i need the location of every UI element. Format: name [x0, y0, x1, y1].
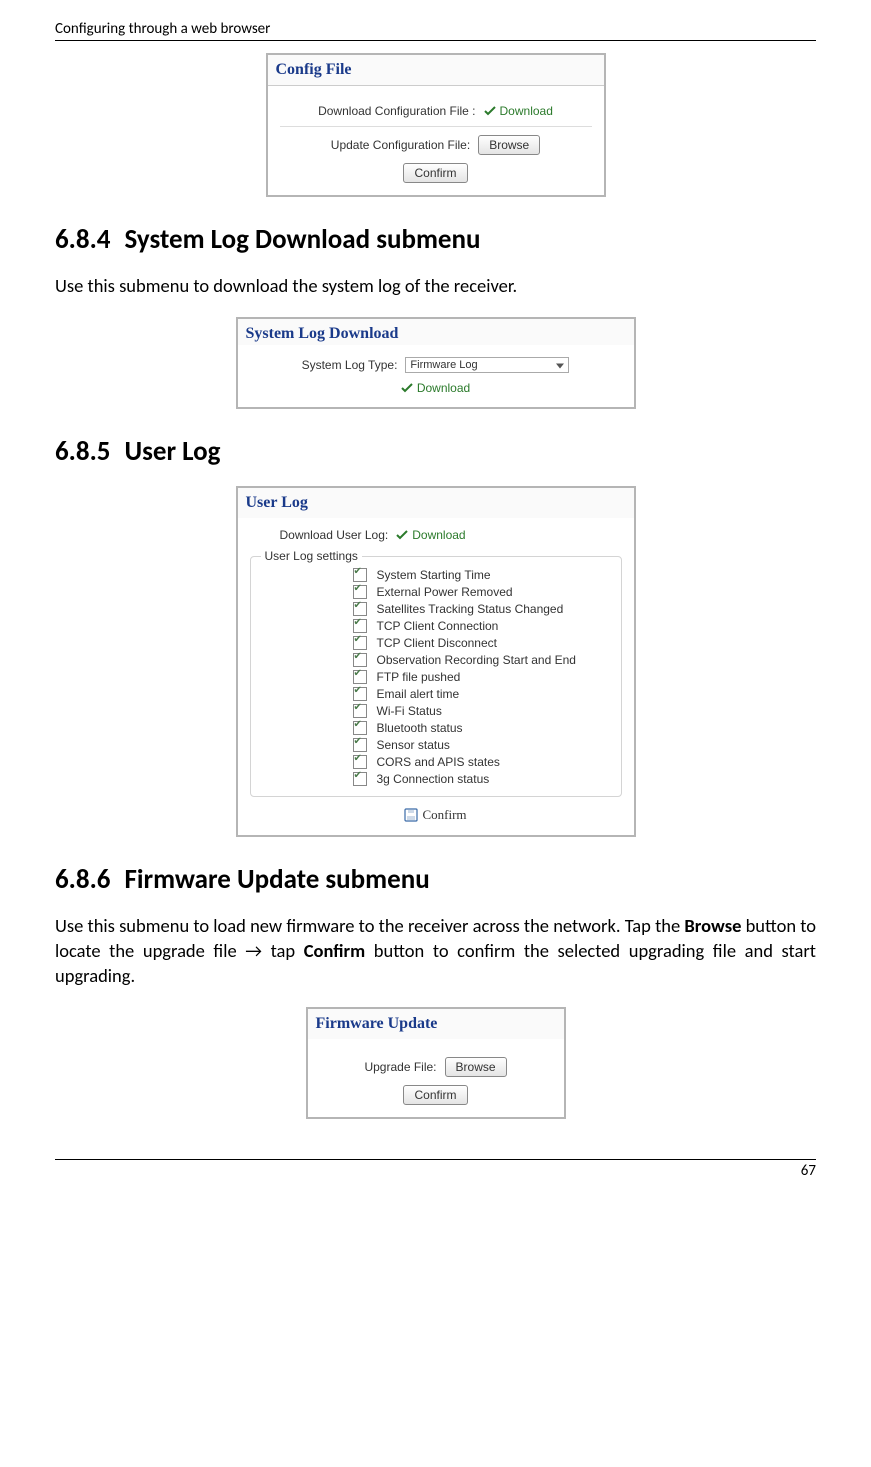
section-686-title: Firmware Update submenu [124, 863, 429, 896]
list-item: CORS and APIS states [353, 754, 609, 771]
userlog-confirm-text: Confirm [422, 807, 466, 823]
list-item: Bluetooth status [353, 720, 609, 737]
checkbox[interactable] [353, 738, 367, 752]
syslog-download-link[interactable]: Download [401, 381, 470, 395]
list-item-label: Wi-Fi Status [377, 704, 442, 718]
section-684-title: System Log Download submenu [124, 223, 480, 256]
section-684-heading: 6.8.4 System Log Download submenu [55, 223, 816, 256]
list-item: Sensor status [353, 737, 609, 754]
list-item-label: Satellites Tracking Status Changed [377, 602, 564, 616]
list-item-label: 3g Connection status [377, 772, 490, 786]
section-684-body: Use this submenu to download the system … [55, 274, 816, 299]
list-item: Email alert time [353, 686, 609, 703]
list-item: TCP Client Connection [353, 618, 609, 635]
list-item: System Starting Time [353, 567, 609, 584]
list-item: External Power Removed [353, 584, 609, 601]
userlog-title: User Log [238, 488, 634, 518]
checkbox[interactable] [353, 585, 367, 599]
userlog-confirm-button[interactable]: Confirm [404, 807, 466, 823]
syslog-figure: System Log Download System Log Type: Fir… [236, 317, 636, 409]
section-685-heading: 6.8.5 User Log [55, 435, 816, 468]
userlog-figure: User Log Download User Log: Download Use… [236, 486, 636, 837]
check-icon [484, 105, 496, 117]
checkbox[interactable] [353, 568, 367, 582]
userlog-download-text: Download [412, 528, 465, 542]
firmware-figure: Firmware Update Upgrade File: Browse Con… [306, 1007, 566, 1119]
list-item-label: Sensor status [377, 738, 450, 752]
config-file-title: Config File [268, 55, 604, 86]
list-item-label: Observation Recording Start and End [377, 653, 576, 667]
list-item-label: FTP file pushed [377, 670, 461, 684]
browse-button[interactable]: Browse [478, 135, 540, 155]
list-item-label: TCP Client Disconnect [377, 636, 498, 650]
text-fragment: Use this submenu to load new firmware to… [55, 914, 684, 937]
userlog-settings-group: User Log settings System Starting Time E… [250, 556, 622, 797]
list-item: 3g Connection status [353, 771, 609, 788]
checkbox[interactable] [353, 653, 367, 667]
userlog-download-label: Download User Log: [280, 528, 389, 542]
list-item: Satellites Tracking Status Changed [353, 601, 609, 618]
list-item-label: Bluetooth status [377, 721, 463, 735]
checkbox[interactable] [353, 619, 367, 633]
checkbox[interactable] [353, 755, 367, 769]
list-item-label: CORS and APIS states [377, 755, 500, 769]
list-item: TCP Client Disconnect [353, 635, 609, 652]
section-684-num: 6.8.4 [55, 223, 110, 256]
list-item-label: System Starting Time [377, 568, 491, 582]
config-file-figure: Config File Download Configuration File … [266, 53, 606, 197]
list-item-label: Email alert time [377, 687, 460, 701]
update-config-label: Update Configuration File: [331, 138, 470, 152]
section-685-num: 6.8.5 [55, 435, 110, 468]
list-item-label: TCP Client Connection [377, 619, 499, 633]
userlog-settings-label: User Log settings [261, 549, 362, 563]
checkbox[interactable] [353, 602, 367, 616]
bold-browse: Browse [684, 914, 741, 937]
check-icon [396, 529, 408, 541]
confirm-button[interactable]: Confirm [403, 163, 467, 183]
bold-confirm: Confirm [304, 939, 365, 962]
check-icon [401, 382, 413, 394]
section-686-heading: 6.8.6 Firmware Update submenu [55, 863, 816, 896]
userlog-download-link[interactable]: Download [396, 528, 465, 542]
syslog-type-label: System Log Type: [302, 358, 398, 372]
checkbox[interactable] [353, 772, 367, 786]
list-item-label: External Power Removed [377, 585, 513, 599]
download-config-label: Download Configuration File : [318, 104, 475, 118]
list-item: Wi-Fi Status [353, 703, 609, 720]
section-686-num: 6.8.6 [55, 863, 110, 896]
checkbox[interactable] [353, 704, 367, 718]
checkbox[interactable] [353, 721, 367, 735]
firmware-confirm-button[interactable]: Confirm [403, 1085, 467, 1105]
upgrade-file-label: Upgrade File: [364, 1060, 436, 1074]
save-icon [404, 808, 418, 822]
firmware-browse-button[interactable]: Browse [445, 1057, 507, 1077]
syslog-download-text: Download [417, 381, 470, 395]
list-item: Observation Recording Start and End [353, 652, 609, 669]
syslog-type-select[interactable]: Firmware Log [405, 357, 569, 373]
page-header: Configuring through a web browser [55, 20, 816, 41]
section-686-body: Use this submenu to load new firmware to… [55, 914, 816, 989]
firmware-title: Firmware Update [308, 1009, 564, 1039]
syslog-title: System Log Download [238, 319, 634, 345]
list-item: FTP file pushed [353, 669, 609, 686]
page-footer: 67 [55, 1159, 816, 1180]
checkbox[interactable] [353, 687, 367, 701]
download-config-text: Download [500, 104, 553, 118]
checkbox[interactable] [353, 670, 367, 684]
download-config-link[interactable]: Download [484, 104, 553, 118]
section-685-title: User Log [124, 435, 220, 468]
checkbox[interactable] [353, 636, 367, 650]
